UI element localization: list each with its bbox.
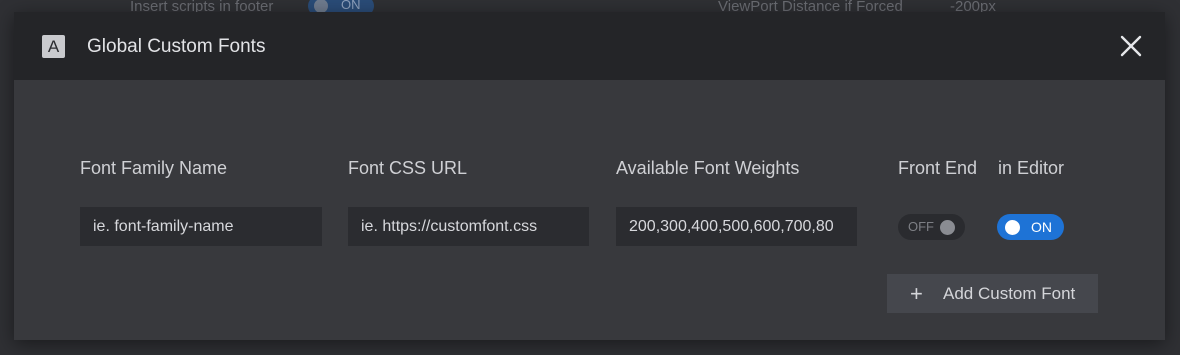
column-header-font-weights: Available Font Weights bbox=[616, 158, 800, 178]
font-family-name-input[interactable]: ie. font-family-name bbox=[80, 207, 322, 246]
column-header-font-family: Font Family Name bbox=[80, 158, 228, 178]
column-header-font-css-url: Font CSS URL bbox=[348, 158, 468, 178]
front-end-toggle[interactable]: OFF bbox=[898, 214, 965, 240]
front-end-toggle-label: OFF bbox=[908, 219, 934, 234]
toggle-knob bbox=[940, 220, 955, 235]
close-icon bbox=[1120, 35, 1142, 57]
in-editor-toggle[interactable]: ON bbox=[997, 214, 1064, 240]
toggle-knob bbox=[1005, 220, 1020, 235]
modal-title: Global Custom Fonts bbox=[87, 36, 266, 57]
font-css-url-input[interactable]: ie. https://customfont.css bbox=[348, 207, 589, 246]
add-custom-font-label: Add Custom Font bbox=[943, 284, 1076, 303]
bg-toggle-label: ON bbox=[341, 0, 361, 12]
font-icon: A bbox=[42, 35, 65, 58]
global-custom-fonts-modal: A Global Custom Fonts Font Family Name F… bbox=[14, 12, 1165, 340]
column-header-front-end: Front End bbox=[898, 158, 978, 178]
add-custom-font-button[interactable]: + Add Custom Font bbox=[887, 274, 1098, 313]
modal-header: A Global Custom Fonts bbox=[14, 12, 1165, 80]
in-editor-toggle-label: ON bbox=[1031, 219, 1052, 235]
plus-icon: + bbox=[910, 281, 923, 306]
close-button[interactable] bbox=[1118, 33, 1144, 59]
font-weights-input[interactable]: 200,300,400,500,600,700,80 bbox=[616, 207, 857, 246]
column-header-in-editor: in Editor bbox=[998, 158, 1065, 178]
